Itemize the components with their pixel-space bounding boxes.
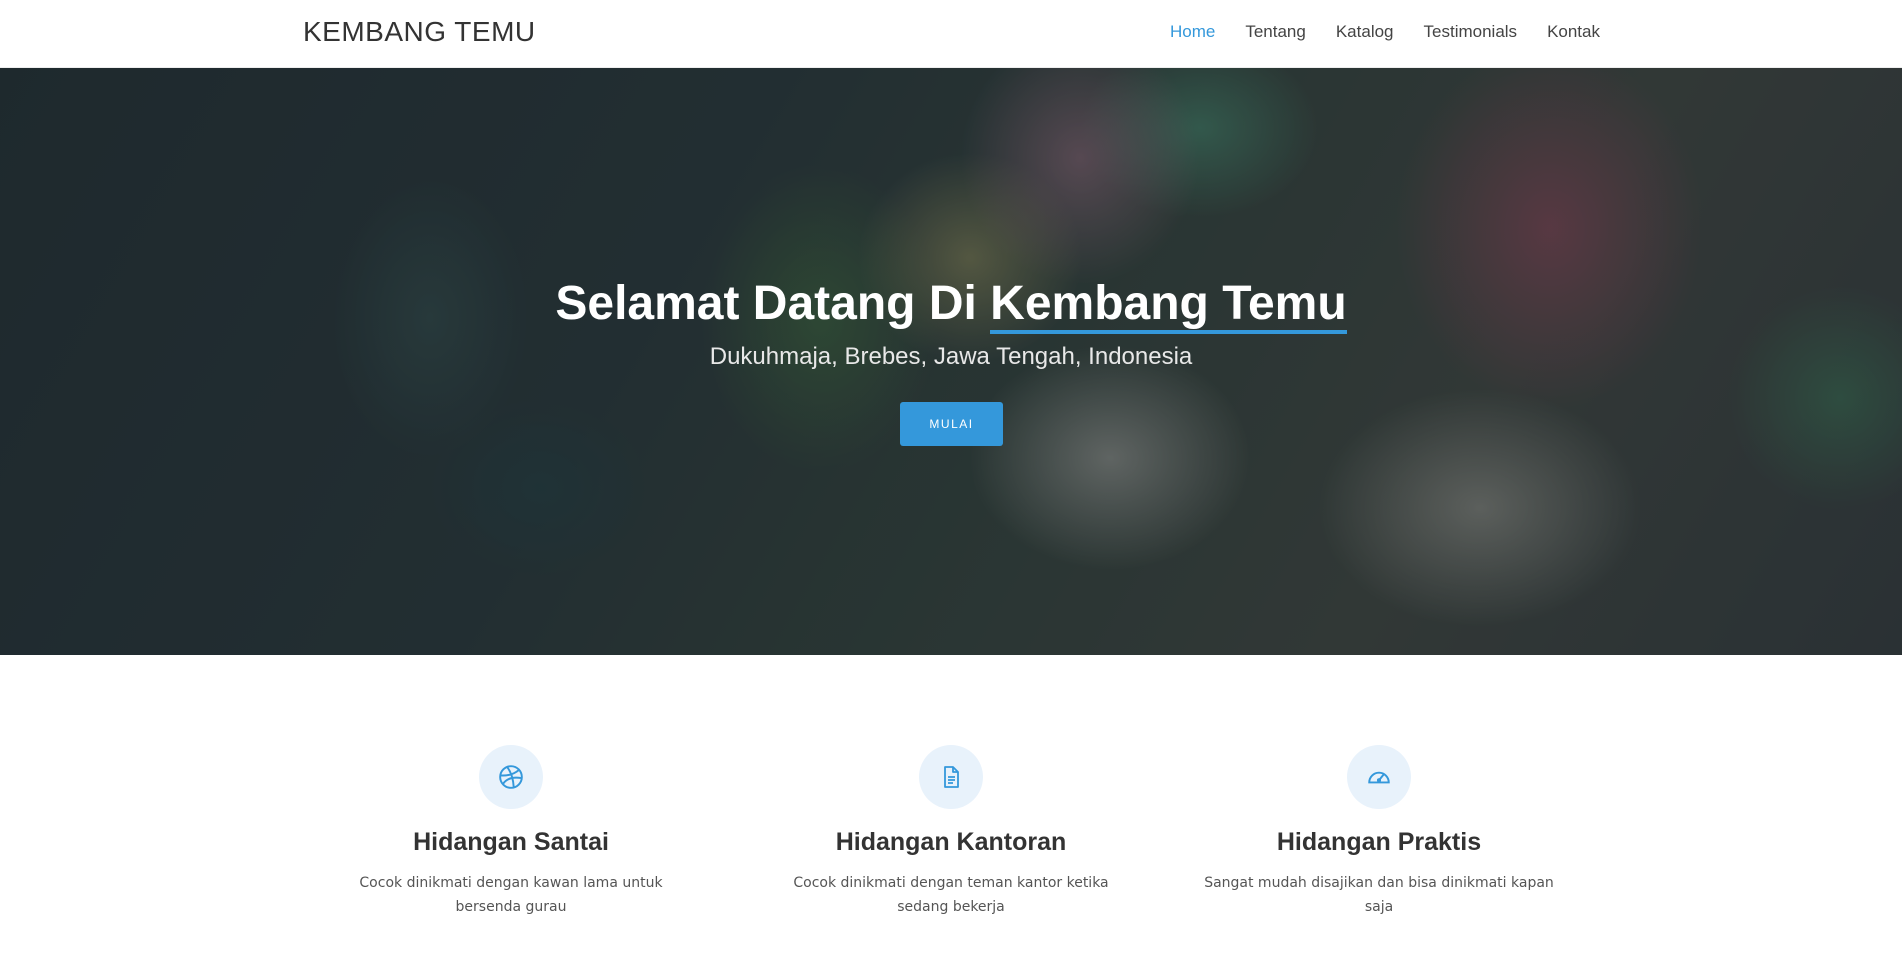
feature-card: Hidangan Santai Cocok dinikmati dengan k… <box>321 745 701 919</box>
features-section: Hidangan Santai Cocok dinikmati dengan k… <box>0 655 1902 974</box>
hero-title-highlight: Kembang Temu <box>990 277 1347 334</box>
nav-link-kontak[interactable]: Kontak <box>1547 22 1600 42</box>
feature-card: Hidangan Praktis Sangat mudah disajikan … <box>1189 745 1569 919</box>
hero-title: Selamat Datang Di Kembang Temu <box>0 276 1902 334</box>
hero-section: Selamat Datang Di Kembang Temu Dukuhmaja… <box>0 68 1902 655</box>
feature-description: Sangat mudah disajikan dan bisa dinikmat… <box>1204 875 1554 915</box>
nav-link-home[interactable]: Home <box>1170 22 1215 42</box>
hero-title-prefix: Selamat Datang Di <box>555 277 991 330</box>
feature-icon-circle <box>1347 745 1411 809</box>
site-logo[interactable]: KEMBANG TEMU <box>303 16 536 48</box>
nav-link-tentang[interactable]: Tentang <box>1245 22 1306 42</box>
hero-content: Selamat Datang Di Kembang Temu Dukuhmaja… <box>0 68 1902 655</box>
start-button[interactable]: MULAI <box>900 402 1003 446</box>
site-header: KEMBANG TEMU Home Tentang Katalog Testim… <box>0 0 1902 68</box>
speedometer-icon <box>1368 771 1390 784</box>
hero-subtitle: Dukuhmaja, Brebes, Jawa Tengah, Indonesi… <box>709 343 1193 370</box>
main-nav: Home Tentang Katalog Testimonials Kontak <box>1170 22 1600 42</box>
feature-description: Cocok dinikmati dengan kawan lama untuk … <box>359 875 663 915</box>
feature-card: Hidangan Kantoran Cocok dinikmati dengan… <box>761 745 1141 919</box>
feature-title: Hidangan Santai <box>413 828 609 856</box>
document-icon <box>944 766 959 788</box>
dribbble-icon <box>499 765 523 789</box>
feature-title: Hidangan Praktis <box>1276 828 1482 856</box>
nav-link-testimonials[interactable]: Testimonials <box>1424 22 1518 42</box>
feature-description: Cocok dinikmati dengan teman kantor keti… <box>793 875 1109 915</box>
feature-icon-circle <box>919 745 983 809</box>
nav-link-katalog[interactable]: Katalog <box>1336 22 1394 42</box>
feature-title: Hidangan Kantoran <box>835 828 1067 856</box>
feature-icon-circle <box>479 745 543 809</box>
